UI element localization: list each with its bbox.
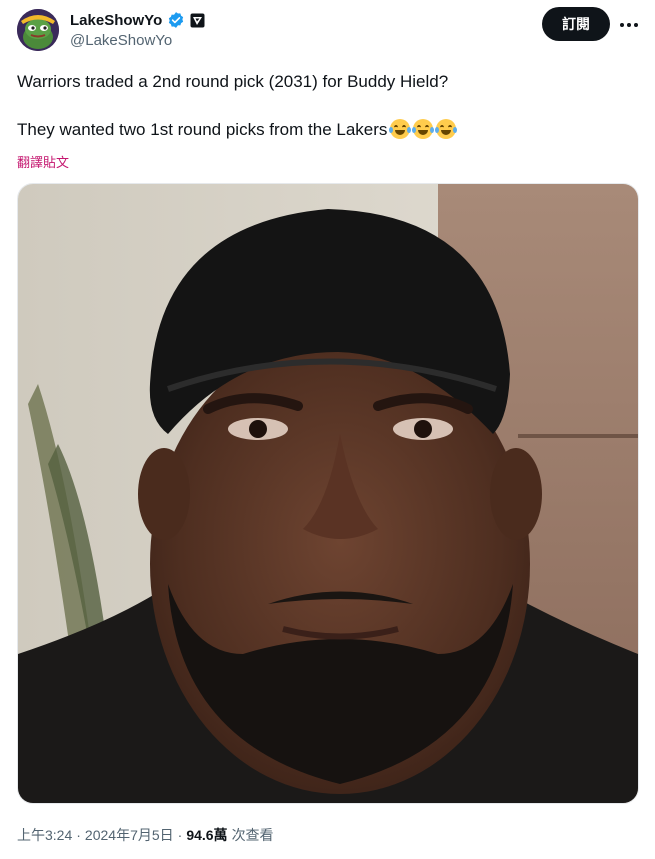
author-handle[interactable]: @LakeShowYo (70, 32, 172, 49)
tweet-time[interactable]: 上午3:24 (17, 825, 72, 845)
meta-separator: · (76, 827, 81, 843)
more-options-icon[interactable] (616, 12, 642, 38)
translate-post-link[interactable]: 翻譯貼文 (17, 152, 69, 171)
tweet-date[interactable]: 2024年7月5日 (85, 825, 174, 845)
views-count: 94.6萬 (186, 827, 228, 843)
tweet-text-line-2-text: They wanted two 1st round picks from the… (17, 120, 388, 139)
tweet-text-line-2: They wanted two 1st round picks from the… (17, 119, 637, 141)
tears-of-joy-emoji-icon (389, 119, 412, 139)
affiliation-badge-icon[interactable] (190, 13, 205, 28)
views-label: 次查看 (231, 827, 274, 843)
tweet-meta: 上午3:24 · 2024年7月5日 · 94.6萬 次查看 (17, 825, 274, 845)
verified-badge-icon (167, 11, 185, 29)
tears-of-joy-emoji-icon (435, 119, 458, 139)
tweet-card: LakeShowYo @LakeShowYo 訂閱 Warriors trade… (0, 0, 655, 859)
tweet-text-line-1: Warriors traded a 2nd round pick (2031) … (17, 72, 449, 91)
subscribe-button[interactable]: 訂閱 (542, 7, 610, 41)
tweet-photo[interactable] (17, 183, 639, 804)
author-name-row[interactable]: LakeShowYo (70, 10, 205, 30)
meta-separator: · (177, 827, 183, 843)
tweet-text: Warriors traded a 2nd round pick (2031) … (17, 71, 637, 141)
tears-of-joy-emoji-icon (412, 119, 435, 139)
avatar[interactable] (17, 9, 59, 51)
display-name[interactable]: LakeShowYo (70, 12, 162, 29)
